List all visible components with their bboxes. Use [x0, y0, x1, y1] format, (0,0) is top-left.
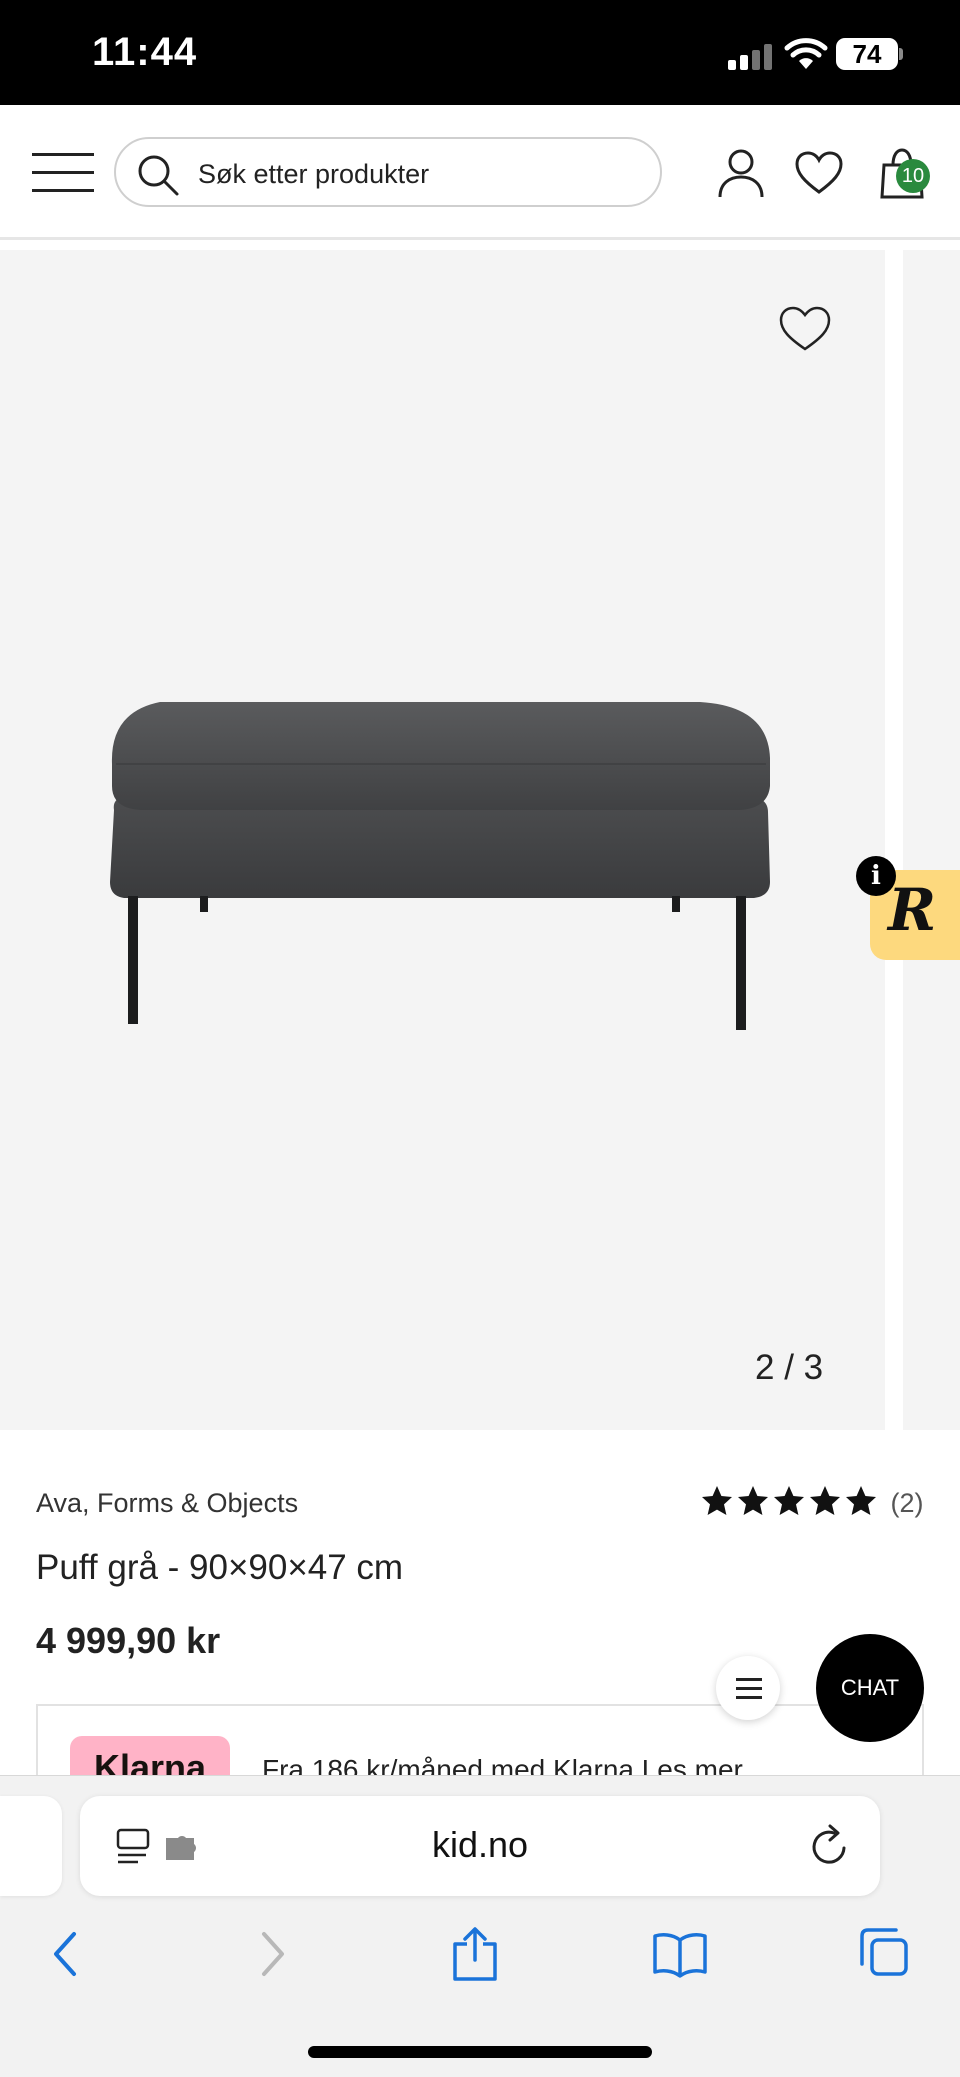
klarna-banner[interactable]: Klarna Fra 186 kr/måned med Klarna Les m… [36, 1704, 924, 1784]
forward-icon[interactable] [258, 1926, 290, 1982]
status-time: 11:44 [92, 30, 198, 74]
info-icon[interactable]: i [856, 856, 896, 896]
search-icon [138, 155, 179, 196]
share-icon[interactable] [450, 1926, 500, 1982]
search-input[interactable]: Søk etter produkter [114, 137, 662, 207]
gallery-slide-next-peek[interactable] [903, 250, 960, 1430]
star-icon [774, 1486, 804, 1515]
gallery-slide-current[interactable]: 2 / 3 [0, 250, 885, 1430]
status-bar: 11:44 74 [0, 0, 960, 105]
address-domain: kid.no [431, 1824, 529, 1865]
rating-count: (2) [890, 1488, 924, 1518]
bookmarks-icon[interactable] [652, 1926, 708, 1982]
product-gallery[interactable]: 2 / 3 R i [0, 250, 960, 1430]
star-icon [846, 1486, 876, 1515]
cellular-signal-icon [728, 44, 772, 70]
star-icon [810, 1486, 840, 1515]
product-title: Puff grå - 90×90×47 cm [36, 1548, 404, 1587]
list-menu-button[interactable] [716, 1656, 780, 1720]
chat-button[interactable]: CHAT [816, 1634, 924, 1742]
rating-widget-letter: R [888, 876, 937, 944]
rating-stars [700, 1484, 880, 1523]
product-brand[interactable]: Ava, Forms & Objects [36, 1488, 298, 1519]
hamburger-menu-icon[interactable] [32, 153, 94, 193]
star-icon [702, 1486, 732, 1515]
wishlist-heart-icon[interactable] [794, 151, 844, 195]
account-icon[interactable] [716, 147, 766, 199]
search-placeholder: Søk etter produkter [198, 159, 430, 189]
cart-count-badge: 10 [896, 159, 930, 193]
battery-nub [899, 48, 903, 60]
battery-level: 74 [836, 38, 898, 70]
home-indicator [308, 2046, 652, 2058]
favorite-heart-icon[interactable] [778, 306, 832, 352]
browser-toolbar: kid.no [0, 1775, 960, 2077]
star-icon [738, 1486, 768, 1515]
slide-counter: 2 / 3 [755, 1348, 824, 1387]
product-image-ottoman [110, 702, 770, 1030]
previous-tab-card[interactable] [0, 1796, 62, 1896]
wifi-icon [784, 38, 828, 69]
tabs-icon[interactable] [858, 1926, 910, 1982]
back-icon[interactable] [48, 1926, 80, 1982]
address-bar[interactable]: kid.no [80, 1796, 880, 1896]
product-rating[interactable]: (2) [700, 1484, 923, 1520]
site-header: Søk etter produkter 10 [0, 105, 960, 240]
reload-icon[interactable] [808, 1824, 850, 1868]
product-price: 4 999,90 kr [36, 1620, 221, 1661]
